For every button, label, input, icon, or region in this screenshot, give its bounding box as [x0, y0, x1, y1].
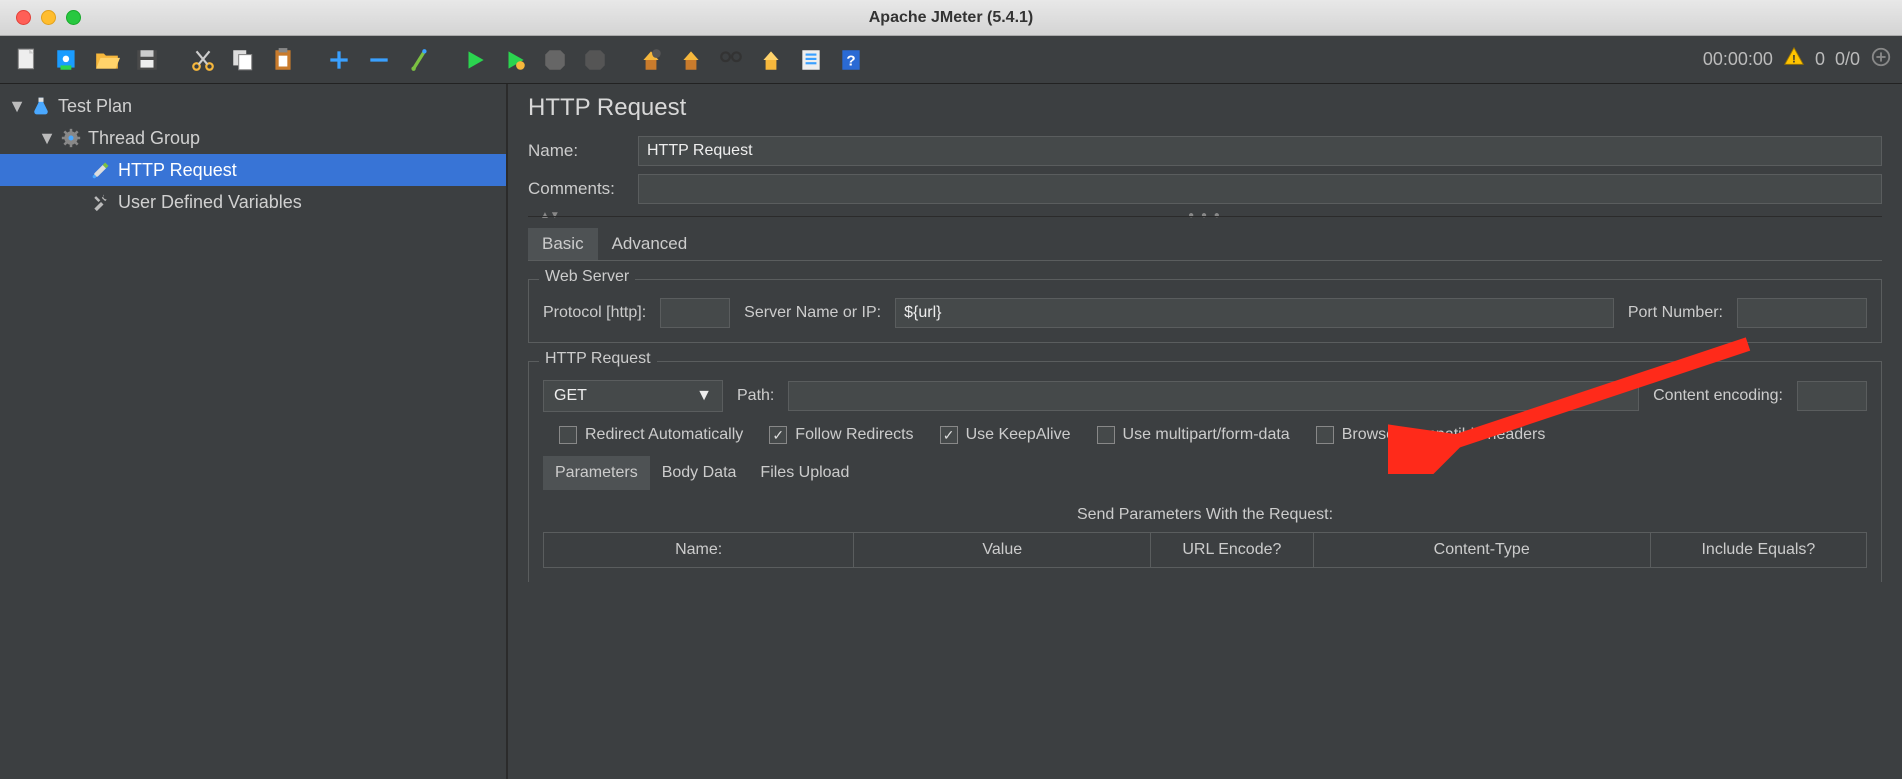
tools-icon: [90, 191, 112, 213]
tree-node-user-vars[interactable]: User Defined Variables: [0, 186, 506, 218]
clear-all-icon[interactable]: [674, 43, 708, 77]
http-request-legend: HTTP Request: [539, 350, 657, 368]
protocol-label: Protocol [http]:: [543, 304, 646, 322]
chk-label: Use KeepAlive: [966, 426, 1071, 444]
copy-icon[interactable]: [226, 43, 260, 77]
start-no-pauses-icon[interactable]: [498, 43, 532, 77]
tree-label: HTTP Request: [118, 160, 237, 181]
tree-label: User Defined Variables: [118, 192, 302, 213]
col-include-equals[interactable]: Include Equals?: [1651, 533, 1867, 567]
server-name-input[interactable]: [895, 298, 1614, 328]
chevron-down-icon: ▼: [696, 387, 712, 405]
method-value: GET: [554, 387, 587, 405]
comments-input[interactable]: [638, 174, 1882, 204]
tab-advanced[interactable]: Advanced: [598, 228, 702, 260]
encoding-label: Content encoding:: [1653, 387, 1783, 405]
col-content-type[interactable]: Content-Type: [1314, 533, 1651, 567]
new-file-icon[interactable]: [10, 43, 44, 77]
open-icon[interactable]: [90, 43, 124, 77]
save-icon[interactable]: [130, 43, 164, 77]
comments-label: Comments:: [528, 179, 624, 199]
thread-count: 0/0: [1835, 49, 1860, 70]
beaker-icon: [30, 95, 52, 117]
chk-redirect-auto[interactable]: Redirect Automatically: [559, 426, 743, 444]
dropper-icon: [90, 159, 112, 181]
params-table[interactable]: Name: Value URL Encode? Content-Type Inc…: [543, 532, 1867, 568]
window-title: Apache JMeter (5.4.1): [0, 9, 1902, 27]
editor-panel: HTTP Request Name: Comments: ▲▼ ● ● ● Ba…: [508, 84, 1902, 779]
chk-keepalive[interactable]: Use KeepAlive: [940, 426, 1071, 444]
subtab-parameters[interactable]: Parameters: [543, 456, 650, 490]
tab-basic[interactable]: Basic: [528, 228, 598, 260]
collapse-icon[interactable]: [362, 43, 396, 77]
elapsed-time: 00:00:00: [1703, 49, 1773, 70]
port-input[interactable]: [1737, 298, 1867, 328]
titlebar: Apache JMeter (5.4.1): [0, 0, 1902, 36]
stop-icon[interactable]: [538, 43, 572, 77]
gear-icon: [60, 127, 82, 149]
function-helper-icon[interactable]: [794, 43, 828, 77]
search-icon[interactable]: [714, 43, 748, 77]
path-label: Path:: [737, 387, 774, 405]
tree-label: Test Plan: [58, 96, 132, 117]
path-input[interactable]: [788, 381, 1639, 411]
clear-icon[interactable]: [634, 43, 668, 77]
cut-icon[interactable]: [186, 43, 220, 77]
name-input[interactable]: [638, 136, 1882, 166]
expand-icon[interactable]: [322, 43, 356, 77]
chk-browser-headers[interactable]: Browser-compatible headers: [1316, 426, 1546, 444]
tree-toggle-icon[interactable]: ▼: [10, 99, 24, 113]
shutdown-icon[interactable]: [578, 43, 612, 77]
templates-icon[interactable]: [50, 43, 84, 77]
panel-title: HTTP Request: [528, 94, 1882, 122]
port-label: Port Number:: [1628, 304, 1723, 322]
col-urlencode[interactable]: URL Encode?: [1151, 533, 1313, 567]
protocol-input[interactable]: [660, 298, 730, 328]
encoding-input[interactable]: [1797, 381, 1867, 411]
tree-node-thread-group[interactable]: ▼ Thread Group: [0, 122, 506, 154]
tree-label: Thread Group: [88, 128, 200, 149]
col-value[interactable]: Value: [854, 533, 1151, 567]
warning-count: 0: [1815, 49, 1825, 70]
tree-node-test-plan[interactable]: ▼ Test Plan: [0, 90, 506, 122]
warning-icon[interactable]: !: [1783, 46, 1805, 73]
chk-multipart[interactable]: Use multipart/form-data: [1097, 426, 1290, 444]
svg-text:?: ?: [846, 52, 855, 69]
web-server-legend: Web Server: [539, 268, 635, 286]
name-label: Name:: [528, 141, 624, 161]
svg-text:!: !: [1792, 54, 1796, 66]
help-icon[interactable]: ?: [834, 43, 868, 77]
expand-all-icon[interactable]: [1870, 46, 1892, 73]
toggle-icon[interactable]: [402, 43, 436, 77]
chk-label: Follow Redirects: [795, 426, 913, 444]
chk-label: Browser-compatible headers: [1342, 426, 1546, 444]
server-label: Server Name or IP:: [744, 304, 881, 322]
tree-node-http-request[interactable]: HTTP Request: [0, 154, 506, 186]
reset-search-icon[interactable]: [754, 43, 788, 77]
chk-follow-redirects[interactable]: Follow Redirects: [769, 426, 913, 444]
subtab-files-upload[interactable]: Files Upload: [748, 456, 861, 490]
section-divider[interactable]: ▲▼ ● ● ●: [528, 212, 1882, 220]
col-name[interactable]: Name:: [543, 533, 854, 567]
method-select[interactable]: GET ▼: [543, 380, 723, 412]
params-header: Send Parameters With the Request:: [543, 506, 1867, 524]
paste-icon[interactable]: [266, 43, 300, 77]
start-icon[interactable]: [458, 43, 492, 77]
subtab-body-data[interactable]: Body Data: [650, 456, 749, 490]
web-server-fieldset: Web Server Protocol [http]: Server Name …: [528, 279, 1882, 343]
test-plan-tree[interactable]: ▼ Test Plan ▼ Thread Group HTTP Request …: [0, 84, 508, 779]
toolbar: ? 00:00:00 ! 0 0/0: [0, 36, 1902, 84]
chk-label: Redirect Automatically: [585, 426, 743, 444]
tree-toggle-icon[interactable]: ▼: [40, 131, 54, 145]
http-request-fieldset: HTTP Request GET ▼ Path: Content encodin…: [528, 361, 1882, 582]
chk-label: Use multipart/form-data: [1123, 426, 1290, 444]
